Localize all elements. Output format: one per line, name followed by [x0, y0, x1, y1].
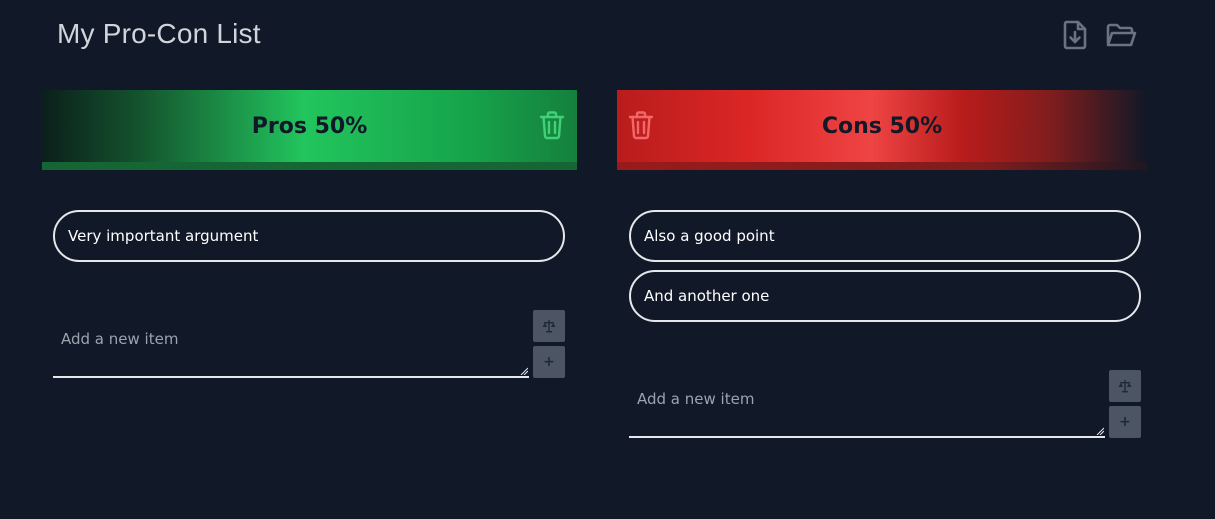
download-button[interactable] — [1058, 18, 1092, 52]
resize-handle-icon[interactable] — [520, 367, 528, 375]
pros-header: Pros 50% — [42, 90, 577, 170]
cons-item[interactable]: And another one — [629, 270, 1141, 322]
cons-new-item-placeholder: Add a new item — [637, 390, 755, 408]
trash-icon — [539, 111, 565, 140]
page-title: My Pro-Con List — [57, 18, 261, 49]
cons-header: Cons 50% — [617, 90, 1147, 170]
scale-icon — [1118, 380, 1132, 393]
cons-new-item-input[interactable]: Add a new item — [629, 370, 1105, 438]
cons-header-bar — [617, 162, 1147, 170]
pros-header-label: Pros 50% — [251, 113, 368, 139]
scale-icon — [542, 320, 556, 333]
open-button[interactable] — [1104, 18, 1138, 52]
pros-new-item-input[interactable]: Add a new item — [53, 310, 529, 378]
cons-clear-button[interactable] — [627, 110, 655, 140]
pros-add-button[interactable]: + — [533, 346, 565, 378]
toolbar — [1058, 18, 1138, 52]
cons-weigh-button[interactable] — [1109, 370, 1141, 402]
pros-weigh-button[interactable] — [533, 310, 565, 342]
pros-new-item-placeholder: Add a new item — [61, 330, 179, 348]
pros-header-bar — [42, 162, 577, 170]
file-download-icon — [1063, 20, 1087, 50]
pros-item[interactable]: Very important argument — [53, 210, 565, 262]
folder-open-icon — [1106, 23, 1137, 47]
pros-clear-button[interactable] — [538, 110, 566, 140]
cons-add-button[interactable]: + — [1109, 406, 1141, 438]
resize-handle-icon[interactable] — [1096, 427, 1104, 435]
trash-icon — [628, 111, 654, 140]
cons-header-label: Cons 50% — [821, 113, 943, 139]
app: My Pro-Con List Pros 50% Very important … — [0, 0, 1215, 519]
cons-item[interactable]: Also a good point — [629, 210, 1141, 262]
